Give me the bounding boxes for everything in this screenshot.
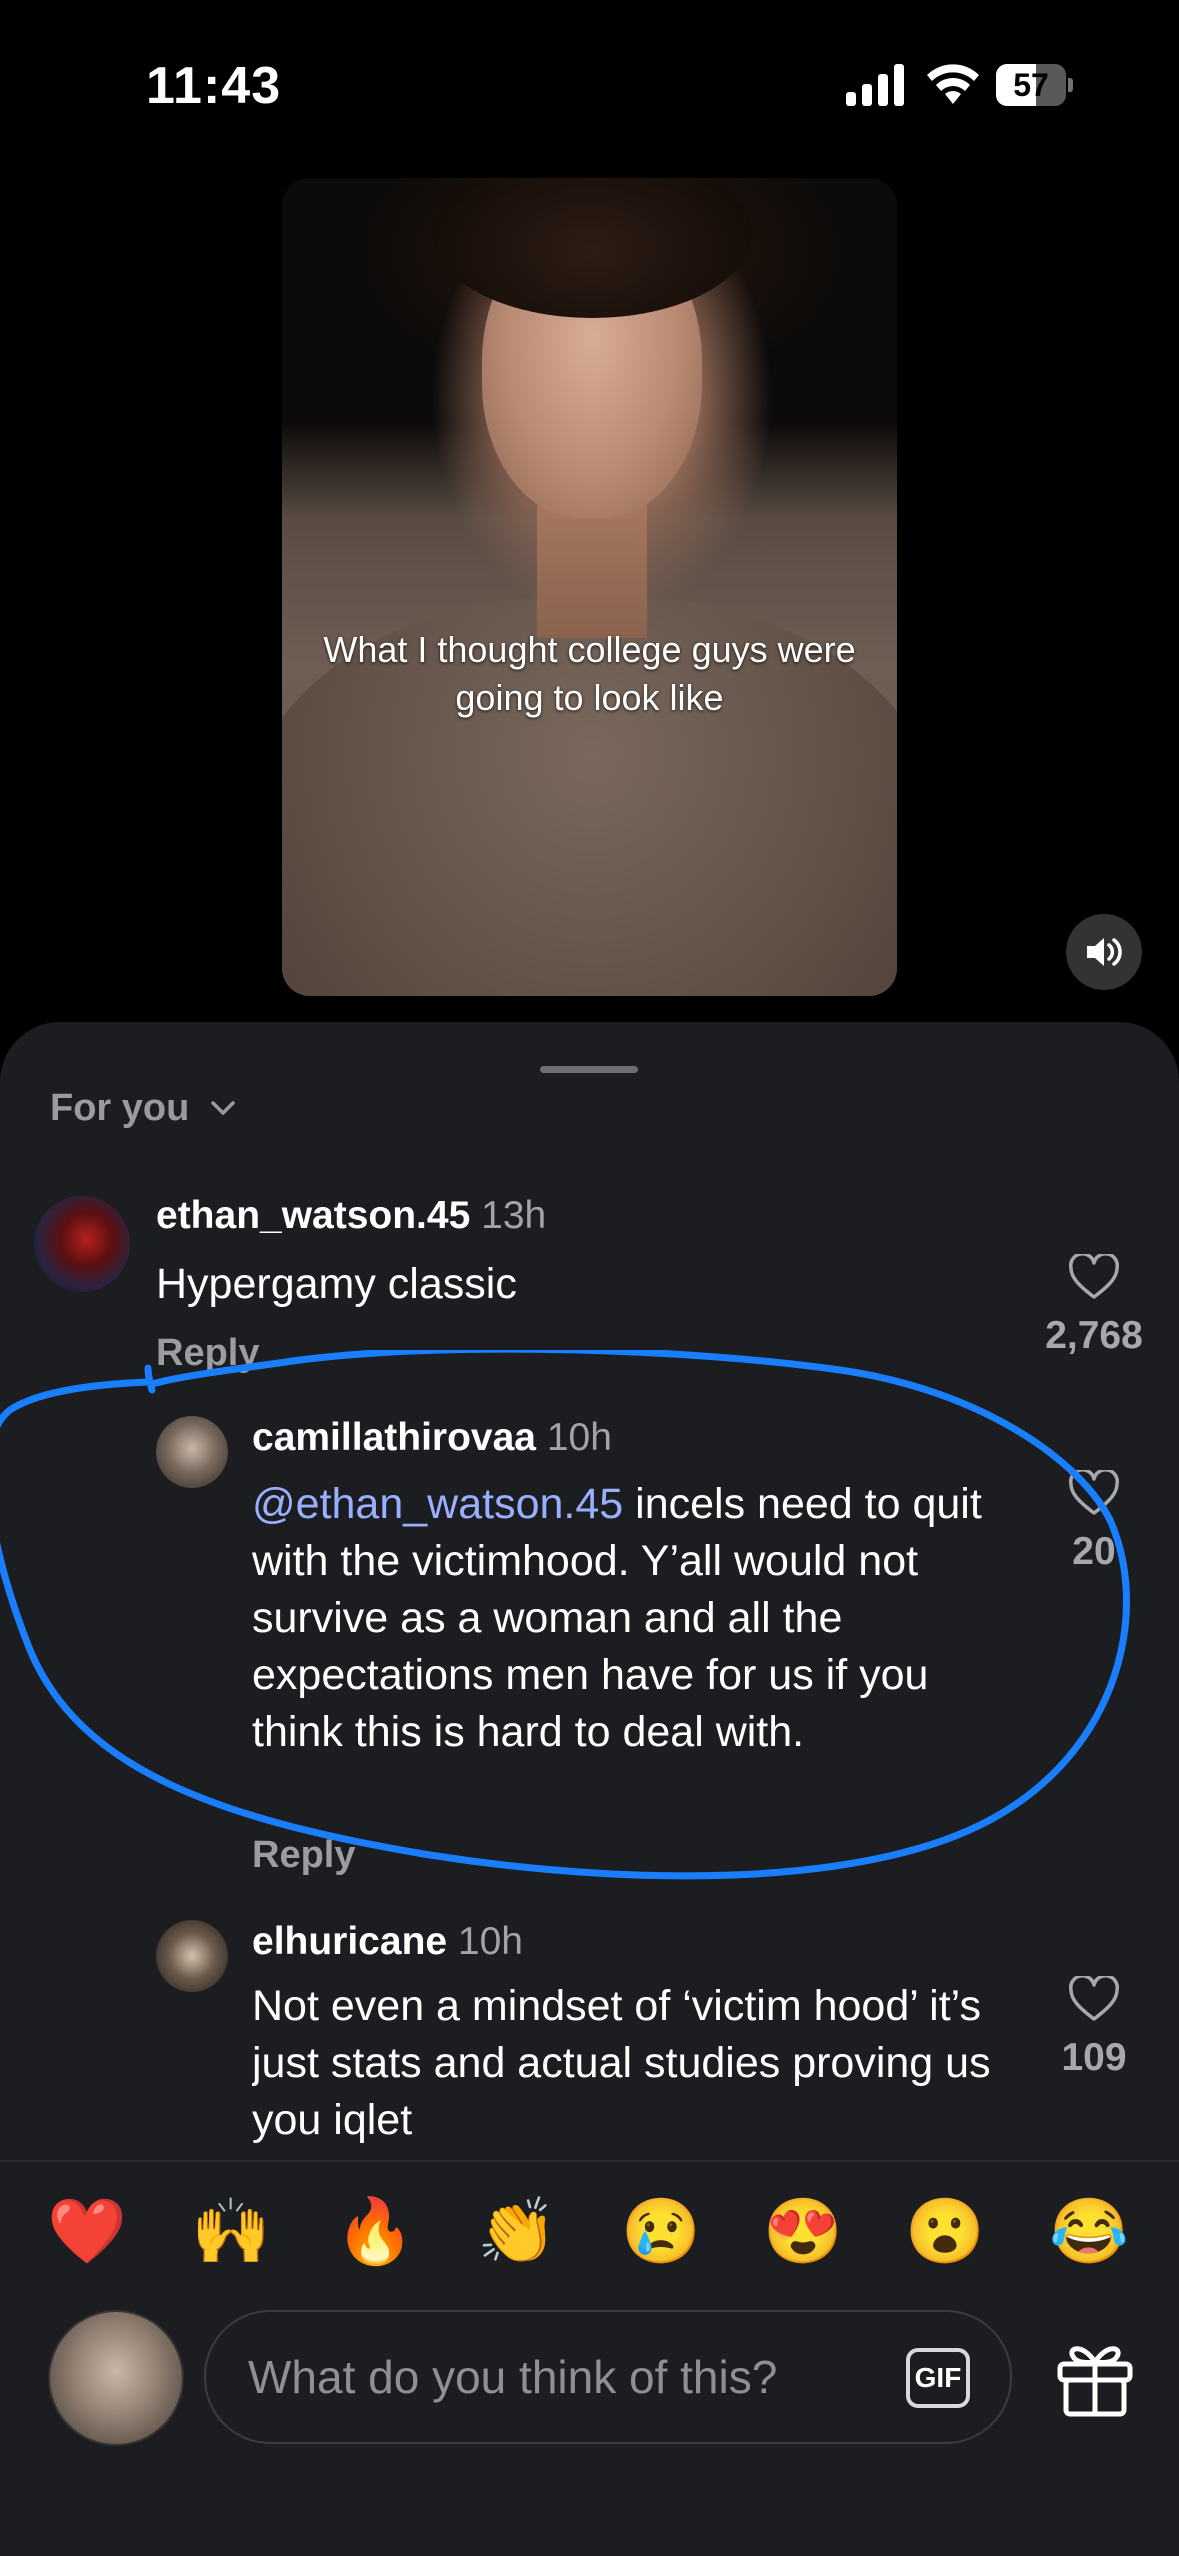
clock: 11:43: [146, 57, 282, 115]
sheet-grabber[interactable]: [540, 1066, 638, 1073]
battery-percentage: 57: [1013, 67, 1049, 103]
comment-input-placeholder: What do you think of this?: [248, 2351, 778, 2403]
emoji-heart-button[interactable]: ❤️: [42, 2186, 132, 2276]
emoji-reaction-bar: ❤️ 🙌 🔥 👏 😢 😍 😮 😂: [0, 2186, 1179, 2276]
emoji-clapping-button[interactable]: 👏: [472, 2186, 562, 2276]
speaker-icon: [1087, 938, 1122, 966]
emoji-laughing-button[interactable]: 😂: [1044, 2186, 1134, 2276]
emoji-crying-button[interactable]: 😢: [616, 2186, 706, 2276]
comment-username[interactable]: ethan_watson.45: [156, 1194, 470, 1237]
like-count: 2,768: [1045, 1314, 1143, 1357]
comment-input[interactable]: What do you think of this? GIF: [204, 2310, 1012, 2444]
gift-icon[interactable]: [1052, 2338, 1138, 2418]
comment-text: Not even a mindset of ‘victim hood’ it’s…: [252, 1982, 991, 2144]
chevron-down-icon: [211, 1101, 236, 1115]
sound-toggle-button[interactable]: [1066, 914, 1142, 990]
heart-icon: [1068, 1470, 1120, 1515]
reply-button[interactable]: Reply: [252, 1834, 355, 1877]
comment-timestamp: 10h: [457, 1920, 523, 1963]
feed-selector-dropdown[interactable]: For you: [50, 1082, 237, 1134]
reply-button[interactable]: Reply: [156, 1332, 259, 1375]
cellular-signal-icon: [846, 62, 906, 106]
wifi-icon: [927, 64, 979, 104]
heart-icon: [1068, 1254, 1120, 1299]
video-caption: What I thought college guys were going t…: [323, 629, 856, 718]
feed-selector-label: For you: [50, 1086, 190, 1129]
like-button[interactable]: 2,768: [1034, 1254, 1154, 1358]
comment-timestamp: 13h: [481, 1194, 547, 1237]
avatar[interactable]: [156, 1920, 228, 1992]
divider: [0, 2160, 1179, 2162]
status-bar: 11:43 57: [0, 0, 1179, 170]
comment-text: Hypergamy classic: [156, 1260, 517, 1308]
gif-button[interactable]: GIF: [906, 2348, 970, 2408]
emoji-raising-hands-button[interactable]: 🙌: [186, 2186, 276, 2276]
emoji-surprised-button[interactable]: 😮: [900, 2186, 990, 2276]
heart-icon: [1068, 1976, 1120, 2021]
avatar[interactable]: [156, 1416, 228, 1488]
battery-icon: 57: [996, 64, 1074, 106]
comment-timestamp: 10h: [546, 1416, 612, 1459]
comment-username[interactable]: camillathirovaa: [252, 1416, 536, 1459]
video-figure-hair: [432, 178, 752, 318]
like-count: 109: [1061, 2036, 1127, 2079]
like-count: 20: [1072, 1530, 1116, 1573]
like-button[interactable]: 20: [1034, 1470, 1154, 1574]
emoji-heart-eyes-button[interactable]: 😍: [758, 2186, 848, 2276]
emoji-fire-button[interactable]: 🔥: [330, 2186, 420, 2276]
mention-link[interactable]: @ethan_watson.45: [252, 1480, 623, 1528]
avatar[interactable]: [34, 1196, 130, 1292]
video-preview[interactable]: What I thought college guys were going t…: [282, 178, 897, 996]
comment-username[interactable]: elhuricane: [252, 1920, 447, 1963]
comment-text: @ethan_watson.45 incels need to quit wit…: [252, 1480, 982, 1756]
current-user-avatar[interactable]: [48, 2310, 184, 2446]
like-button[interactable]: 109: [1034, 1976, 1154, 2080]
